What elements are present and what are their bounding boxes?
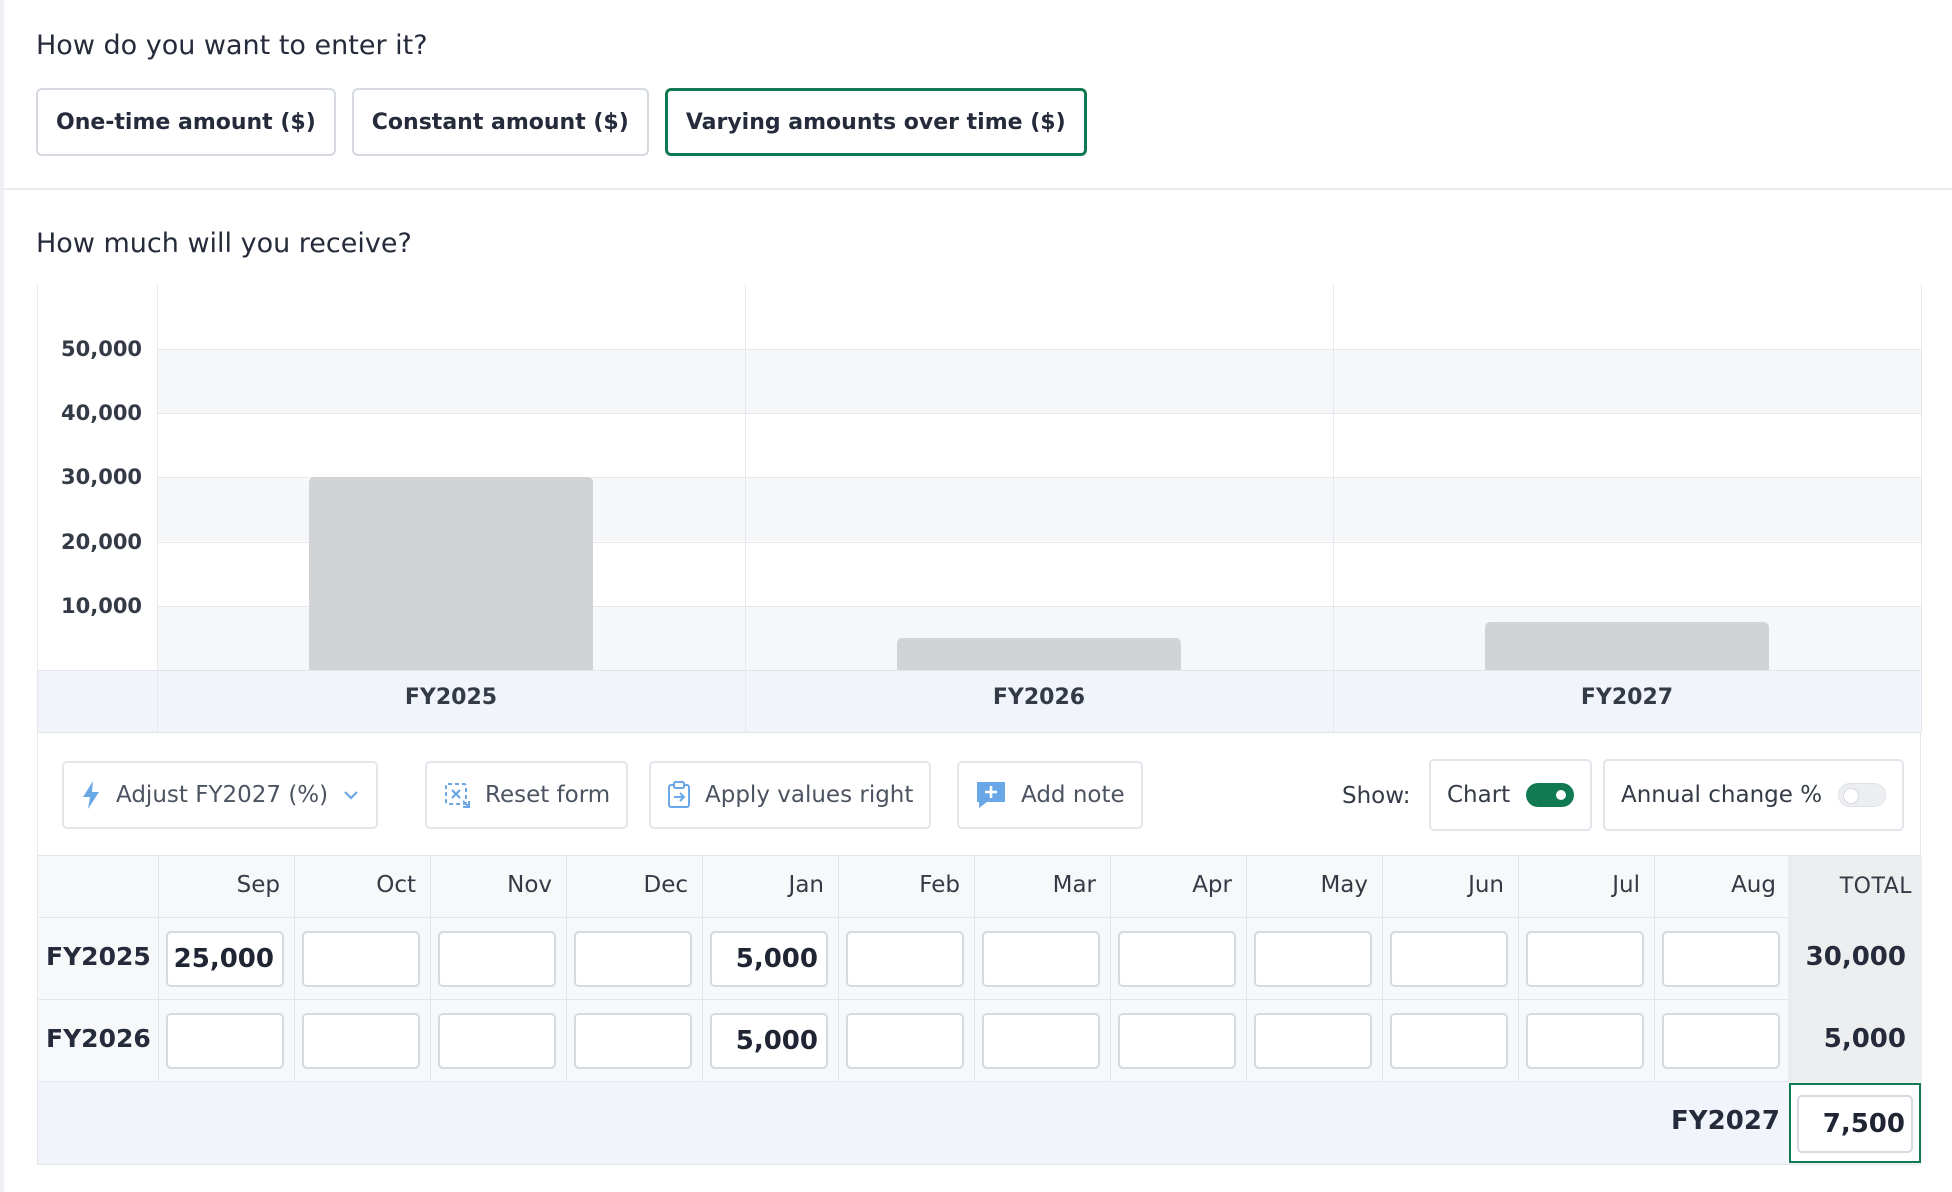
month-header-aug: Aug	[1731, 872, 1776, 898]
amount-input[interactable]: 25,000	[166, 931, 284, 987]
chart-plot-area	[157, 285, 1921, 670]
amount-input[interactable]	[574, 931, 692, 987]
month-header-jul: Jul	[1612, 872, 1640, 898]
amount-input[interactable]	[982, 931, 1100, 987]
footer-row: FY2027 7,500	[38, 1082, 1922, 1164]
one-time-amount-button[interactable]: One-time amount ($)	[36, 88, 336, 156]
bar-fy2027[interactable]	[1485, 621, 1769, 670]
fy2027-total-input[interactable]: 7,500	[1797, 1095, 1913, 1153]
amount-input[interactable]	[1254, 931, 1372, 987]
total-header: TOTAL	[1839, 874, 1912, 899]
chart-toggle[interactable]: Chart	[1429, 759, 1593, 831]
column-divider	[745, 285, 746, 733]
add-note-icon	[977, 782, 1005, 808]
lightning-icon	[83, 781, 99, 809]
monthly-grid: TOTAL Sep Oct Nov Dec Jan Feb Mar Apr May Jun Jul A…	[37, 855, 1922, 1165]
annual-change-label: Annual change %	[1621, 782, 1823, 808]
amount-input[interactable]	[1526, 1013, 1644, 1069]
amount-input[interactable]	[846, 1013, 964, 1069]
amount-input[interactable]: 5,000	[710, 1013, 828, 1069]
reset-icon	[445, 783, 470, 808]
month-header-jun: Jun	[1468, 872, 1504, 898]
amount-input[interactable]	[438, 931, 556, 987]
month-header-apr: Apr	[1192, 872, 1232, 898]
column-divider	[37, 285, 38, 733]
toolbar: Adjust FY2027 (%) Reset form Apply value…	[37, 733, 1921, 855]
month-header-mar: Mar	[1052, 872, 1096, 898]
receive-question: How much will you receive?	[36, 228, 412, 259]
adjust-label: Adjust FY2027 (%)	[116, 782, 329, 808]
y-tick-label: 40,000	[61, 401, 143, 426]
bar-chart: 10,000 20,000 30,000 40,000 50,000 FY2025 FY2…	[37, 285, 1922, 733]
column-divider	[1921, 285, 1922, 733]
annual-change-toggle[interactable]: Annual change %	[1603, 759, 1905, 831]
row-label: FY2026	[46, 1024, 151, 1053]
amount-input[interactable]	[574, 1013, 692, 1069]
month-header-feb: Feb	[919, 872, 960, 898]
show-label: Show:	[1342, 783, 1411, 809]
amount-input[interactable]	[438, 1013, 556, 1069]
row-total: 5,000	[1823, 1024, 1906, 1054]
amount-input[interactable]	[1118, 1013, 1236, 1069]
amount-input[interactable]	[1118, 931, 1236, 987]
gridline	[157, 349, 1921, 350]
row-total: 30,000	[1805, 942, 1906, 972]
gridline	[157, 413, 1921, 415]
month-header-oct: Oct	[376, 872, 416, 898]
constant-amount-button[interactable]: Constant amount ($)	[351, 88, 649, 156]
bar-fy2025[interactable]	[309, 477, 593, 670]
y-tick-label: 50,000	[61, 337, 143, 361]
chart-band	[157, 285, 1921, 349]
amount-input[interactable]: 5,000	[710, 931, 828, 987]
row-label: FY2025	[46, 942, 151, 971]
add-note-button[interactable]: Add note	[957, 761, 1143, 829]
amount-input[interactable]	[1526, 931, 1644, 987]
month-header-nov: Nov	[507, 872, 552, 898]
adjust-dropdown[interactable]: Adjust FY2027 (%)	[62, 761, 379, 829]
month-header-dec: Dec	[643, 872, 688, 898]
amount-input[interactable]	[1390, 931, 1508, 987]
apply-label: Apply values right	[705, 782, 914, 808]
clipboard-icon	[668, 781, 690, 808]
month-header-sep: Sep	[236, 872, 280, 898]
reset-form-button[interactable]: Reset form	[425, 761, 629, 829]
amount-input[interactable]	[302, 931, 420, 987]
column-divider	[1333, 285, 1334, 733]
y-tick-label: 10,000	[61, 593, 143, 618]
amount-input[interactable]	[1390, 1013, 1508, 1069]
left-border	[0, 0, 4, 1192]
annual-change-switch[interactable]	[1838, 783, 1887, 807]
add-note-label: Add note	[1021, 782, 1125, 808]
apply-values-right-button[interactable]: Apply values right	[649, 761, 932, 829]
chart-switch[interactable]	[1526, 783, 1575, 807]
y-tick-label: 30,000	[61, 465, 143, 490]
footer-total-cell: 7,500	[1789, 1083, 1921, 1163]
chart-band	[157, 349, 1921, 413]
amount-input[interactable]	[1662, 1013, 1780, 1069]
bar-fy2026[interactable]	[897, 637, 1181, 670]
amount-input[interactable]	[302, 1013, 420, 1069]
reset-label: Reset form	[485, 782, 611, 808]
amount-input[interactable]	[166, 1013, 284, 1069]
amount-input[interactable]	[1662, 931, 1780, 987]
x-tick-label: FY2025	[404, 685, 498, 710]
footer-label: FY2027	[1671, 1106, 1780, 1136]
month-header-may: May	[1320, 872, 1368, 898]
amount-input[interactable]	[846, 931, 964, 987]
month-header-jan: Jan	[788, 872, 824, 898]
amount-input[interactable]	[982, 1013, 1100, 1069]
x-tick-label: FY2027	[1580, 685, 1674, 710]
y-tick-label: 20,000	[61, 529, 143, 554]
entry-question: How do you want to enter it?	[36, 30, 428, 61]
entry-options: One-time amount ($) Constant amount ($) …	[36, 88, 1087, 156]
chevron-down-icon	[344, 791, 358, 800]
amount-input[interactable]	[1254, 1013, 1372, 1069]
chart-toggle-label: Chart	[1447, 782, 1511, 808]
section-divider	[4, 188, 1952, 190]
x-tick-label: FY2026	[992, 685, 1086, 710]
column-divider	[157, 285, 158, 733]
varying-amounts-button[interactable]: Varying amounts over time ($)	[664, 88, 1087, 156]
